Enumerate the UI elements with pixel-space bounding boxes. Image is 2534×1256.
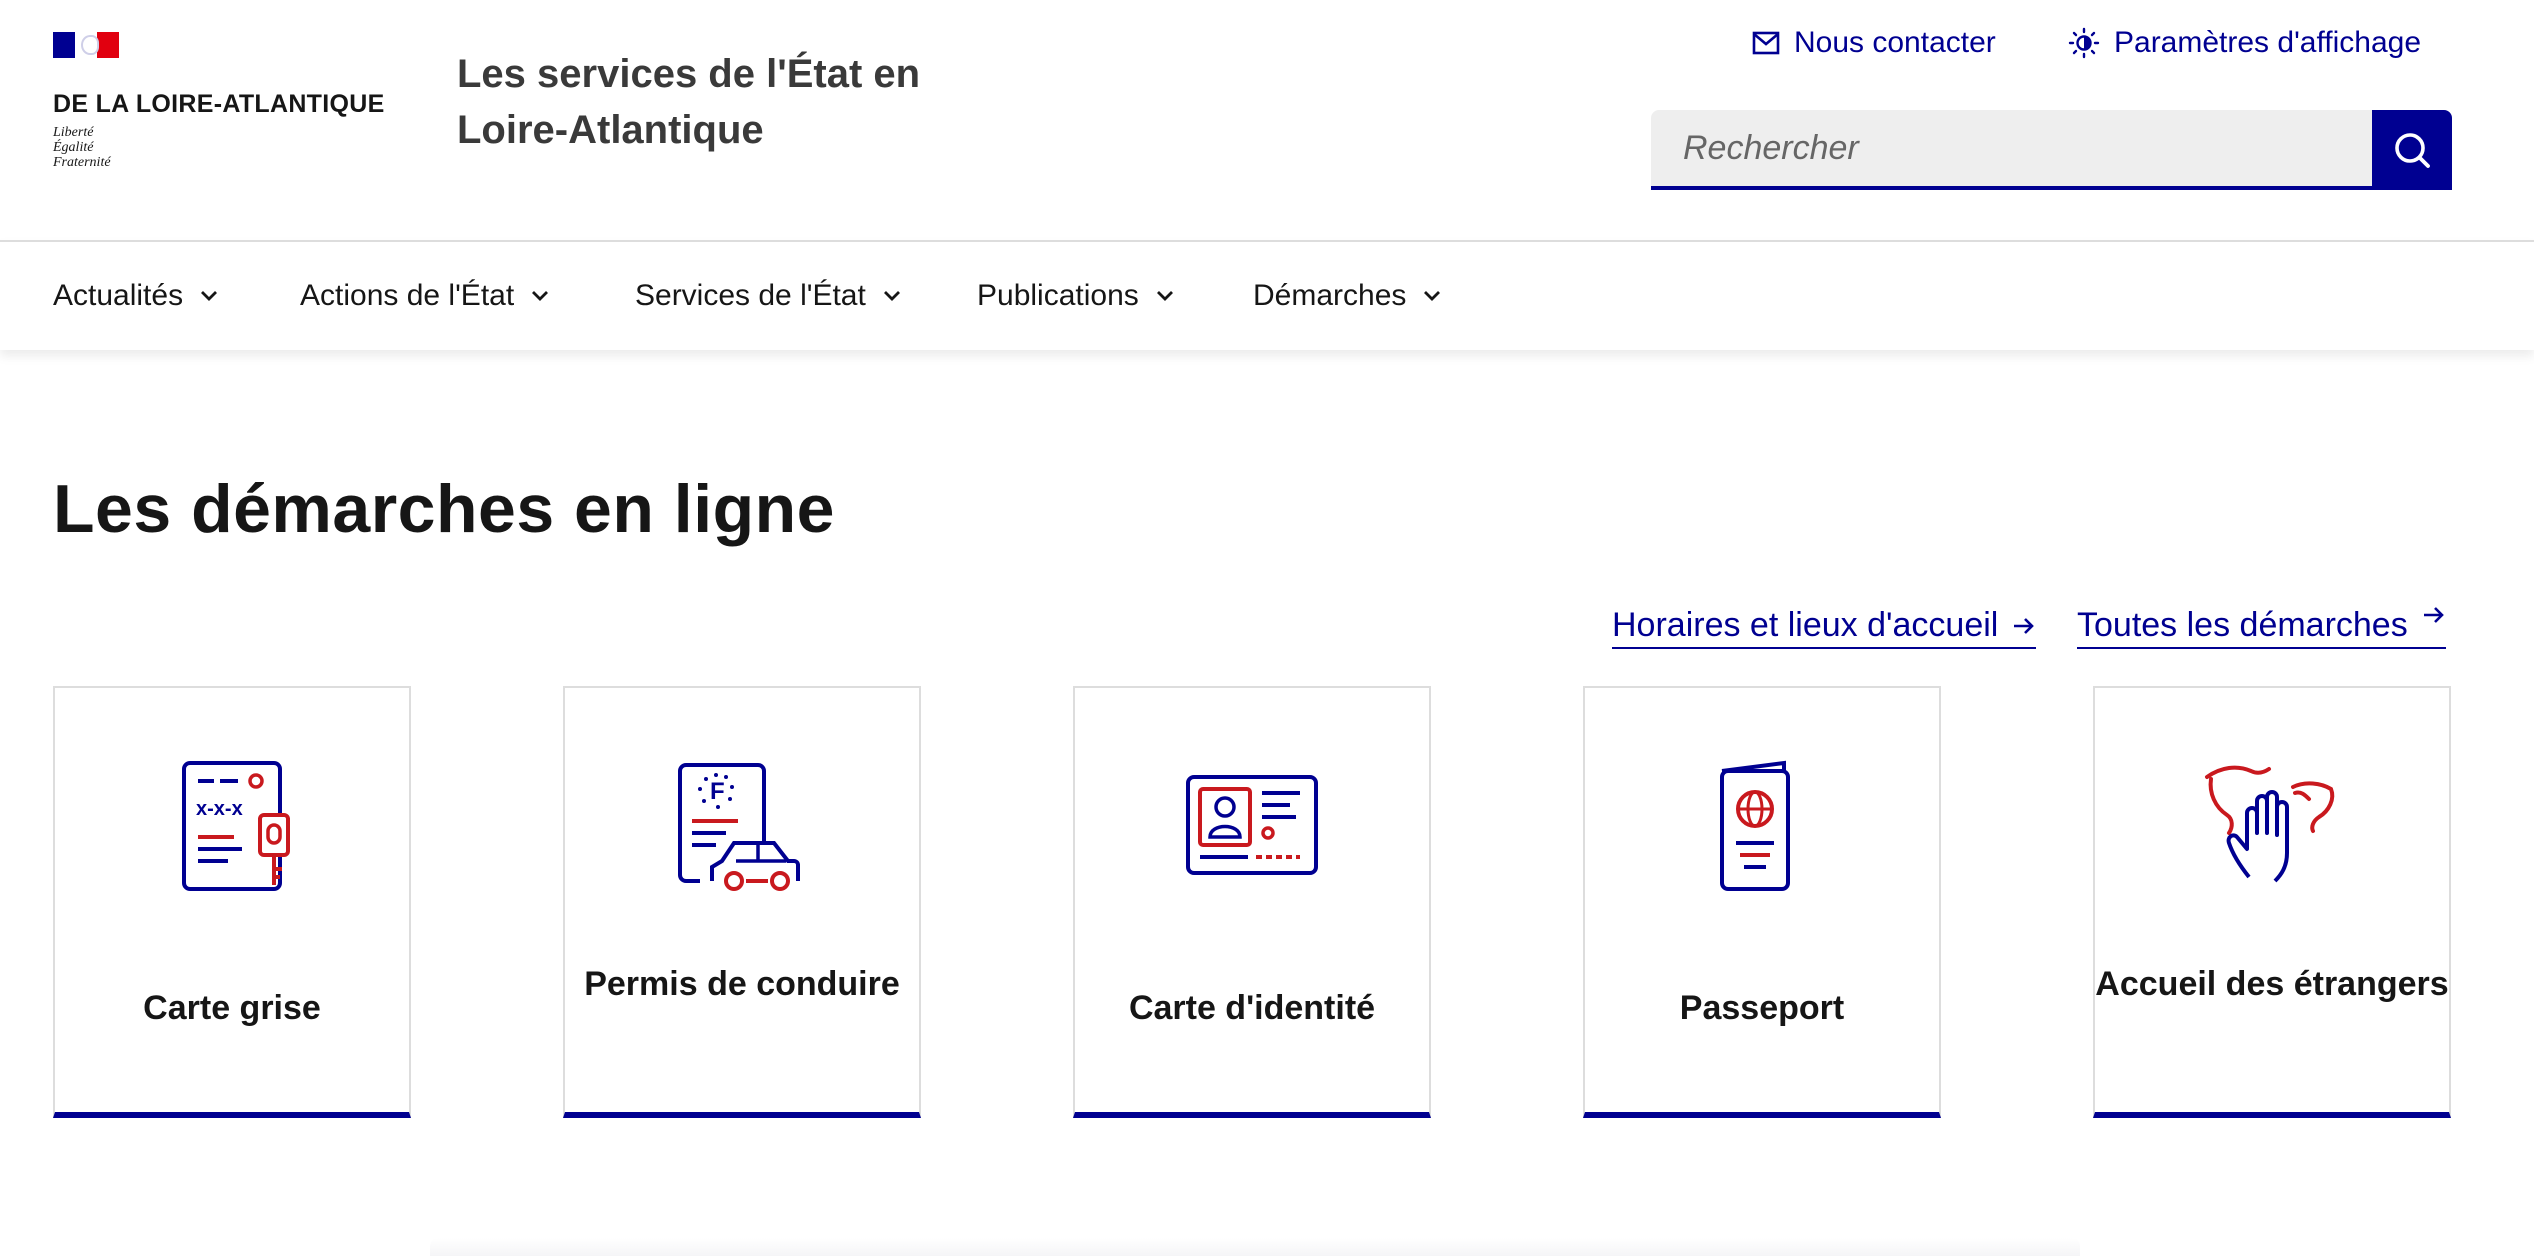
chevron-down-icon xyxy=(1424,291,1441,301)
driving-licence-icon: F xyxy=(678,763,800,891)
chevron-down-icon xyxy=(532,291,549,301)
service-title[interactable]: Les services de l'État en Loire-Atlantiq… xyxy=(457,46,977,158)
card-label: Carte grise xyxy=(143,989,321,1027)
toutes-demarches-label: Toutes les démarches xyxy=(2077,606,2408,644)
card-accueil-etrangers[interactable]: Accueil des étrangers xyxy=(2093,686,2451,1118)
motto-liberte: Liberté xyxy=(53,125,94,140)
nav-item-label: Actualités xyxy=(53,279,184,312)
display-settings-link[interactable]: Paramètres d'affichage xyxy=(2068,26,2421,60)
foreigners-welcome-icon xyxy=(2205,765,2335,883)
sun-moon-icon xyxy=(2068,27,2100,59)
card-label: Passeport xyxy=(1679,989,1845,1027)
search-icon xyxy=(2395,133,2430,168)
nav-item-services-etat[interactable]: Services de l'État xyxy=(635,242,902,350)
chevron-down-icon xyxy=(1156,291,1173,301)
display-settings-label: Paramètres d'affichage xyxy=(2114,26,2422,59)
card-label: Permis de conduire xyxy=(584,965,900,1003)
nav-item-publications[interactable]: Publications xyxy=(977,242,1175,350)
search-button[interactable] xyxy=(2372,110,2452,190)
card-carte-identite[interactable]: Carte d'identité xyxy=(1073,686,1431,1118)
marianne-flag-icon xyxy=(53,32,119,58)
horaires-label: Horaires et lieux d'accueil xyxy=(1612,606,1999,644)
arrow-right-icon xyxy=(2014,617,2035,634)
contact-label: Nous contacter xyxy=(1794,26,1996,59)
card-label: Accueil des étrangers xyxy=(2095,965,2449,1003)
toutes-demarches-link[interactable]: Toutes les démarches xyxy=(2077,606,2446,649)
chevron-down-icon xyxy=(883,291,900,301)
prefecture-name: DE LA LOIRE-ATLANTIQUE xyxy=(53,90,385,118)
demarches-cards: x-x-x Carte grise F Permis de conduire C… xyxy=(53,686,2451,1118)
motto-egalite: Égalité xyxy=(53,140,94,155)
site-header: DE LA LOIRE-ATLANTIQUE Liberté Égalité F… xyxy=(0,0,2534,240)
passport-icon xyxy=(1720,760,1790,891)
svg-text:x-x-x: x-x-x xyxy=(196,798,243,820)
page-title: Les démarches en ligne xyxy=(53,471,835,547)
card-permis-de-conduire[interactable]: F Permis de conduire xyxy=(563,686,921,1118)
search-input[interactable] xyxy=(1651,110,2372,190)
mail-icon xyxy=(1752,31,1780,55)
card-label: Carte d'identité xyxy=(1128,989,1376,1027)
card-carte-grise[interactable]: x-x-x Carte grise xyxy=(53,686,411,1118)
nav-item-demarches[interactable]: Démarches xyxy=(1253,242,1442,350)
horaires-link[interactable]: Horaires et lieux d'accueil xyxy=(1612,606,2037,649)
svg-text:F: F xyxy=(710,778,725,805)
arrow-up-right-icon xyxy=(2423,606,2444,623)
nav-item-label: Services de l'État xyxy=(635,279,866,312)
nav-item-actualites[interactable]: Actualités xyxy=(53,242,219,350)
chevron-down-icon xyxy=(201,291,218,301)
search-bar xyxy=(1651,110,2452,190)
nav-item-label: Actions de l'État xyxy=(300,279,515,312)
nav-item-label: Démarches xyxy=(1253,279,1407,312)
contact-link[interactable]: Nous contacter xyxy=(1752,26,1996,60)
republique-francaise-logo[interactable]: DE LA LOIRE-ATLANTIQUE Liberté Égalité F… xyxy=(53,32,393,170)
nav-item-actions-etat[interactable]: Actions de l'État xyxy=(300,242,550,350)
main-navigation: Actualités Actions de l'État Services de… xyxy=(0,240,2534,350)
next-section-edge xyxy=(430,1238,2080,1256)
republic-motto: Liberté Égalité Fraternité xyxy=(53,125,393,170)
vehicle-registration-icon: x-x-x xyxy=(182,761,290,891)
nav-item-label: Publications xyxy=(977,279,1139,312)
card-passeport[interactable]: Passeport xyxy=(1583,686,1941,1118)
identity-card-icon xyxy=(1186,775,1318,875)
motto-fraternite: Fraternité xyxy=(53,155,111,170)
